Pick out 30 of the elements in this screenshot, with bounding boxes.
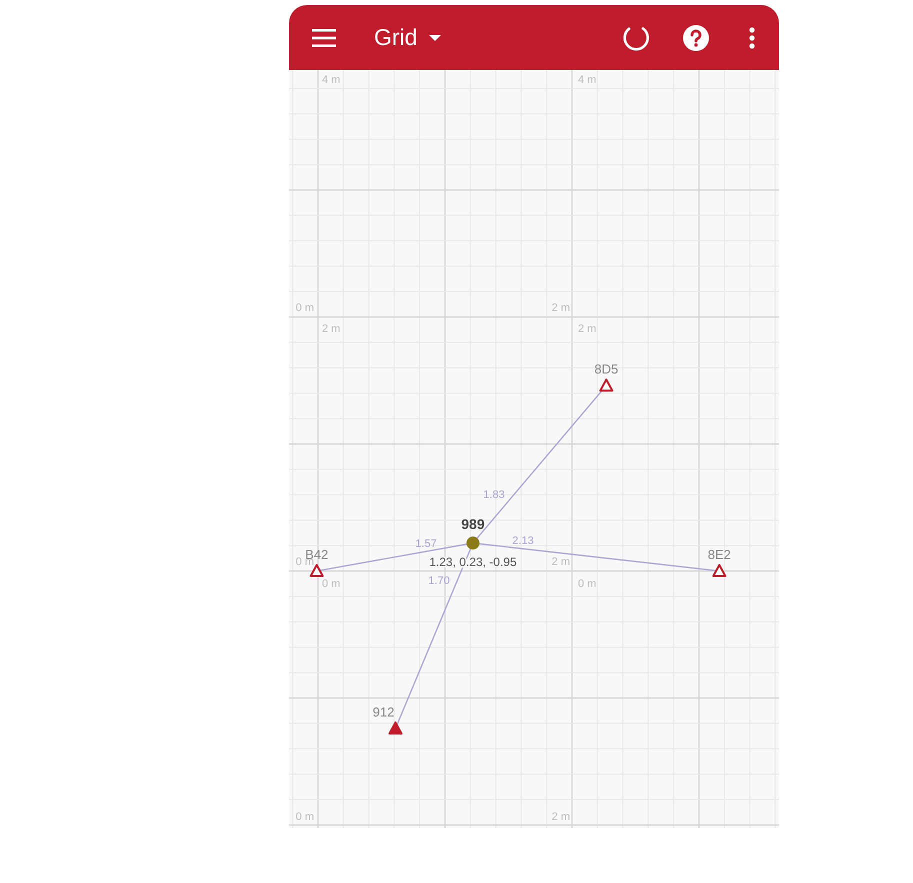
- distance-label: 1.57: [415, 538, 437, 550]
- menu-icon[interactable]: [312, 28, 336, 46]
- tag-marker[interactable]: [466, 536, 480, 550]
- distance-label: 1.70: [428, 575, 450, 587]
- view-dropdown[interactable]: Grid: [374, 24, 442, 51]
- axis-label: 4 m: [322, 74, 340, 86]
- distance-label: 2.13: [512, 535, 534, 547]
- axis-label: 0 m: [322, 578, 340, 590]
- caret-icon: [429, 34, 442, 40]
- tag-position-label: 1.23, 0.23, -0.95: [429, 555, 517, 570]
- anchor-label: 8D5: [594, 362, 618, 377]
- anchor-marker[interactable]: [388, 721, 402, 734]
- axis-label: 0 m: [296, 302, 314, 314]
- anchor-marker[interactable]: [599, 378, 614, 392]
- axis-label: 0 m: [578, 578, 596, 590]
- axis-label: 2 m: [552, 811, 570, 823]
- anchor-marker[interactable]: [310, 564, 324, 577]
- axis-label: 2 m: [578, 323, 596, 335]
- axis-label: 2 m: [552, 556, 570, 568]
- more-options-icon[interactable]: [749, 26, 755, 48]
- axis-label: 2 m: [552, 302, 570, 314]
- anchor-label: 8E2: [708, 547, 731, 562]
- tag-label: 989: [461, 516, 485, 532]
- anchor-label: 912: [372, 704, 394, 720]
- help-icon[interactable]: [683, 24, 709, 50]
- axis-label: 2 m: [322, 323, 340, 335]
- axis-label: 4 m: [578, 74, 596, 86]
- distance-label: 1.83: [483, 489, 505, 501]
- axis-label: 0 m: [296, 811, 314, 823]
- anchor-marker[interactable]: [712, 564, 726, 577]
